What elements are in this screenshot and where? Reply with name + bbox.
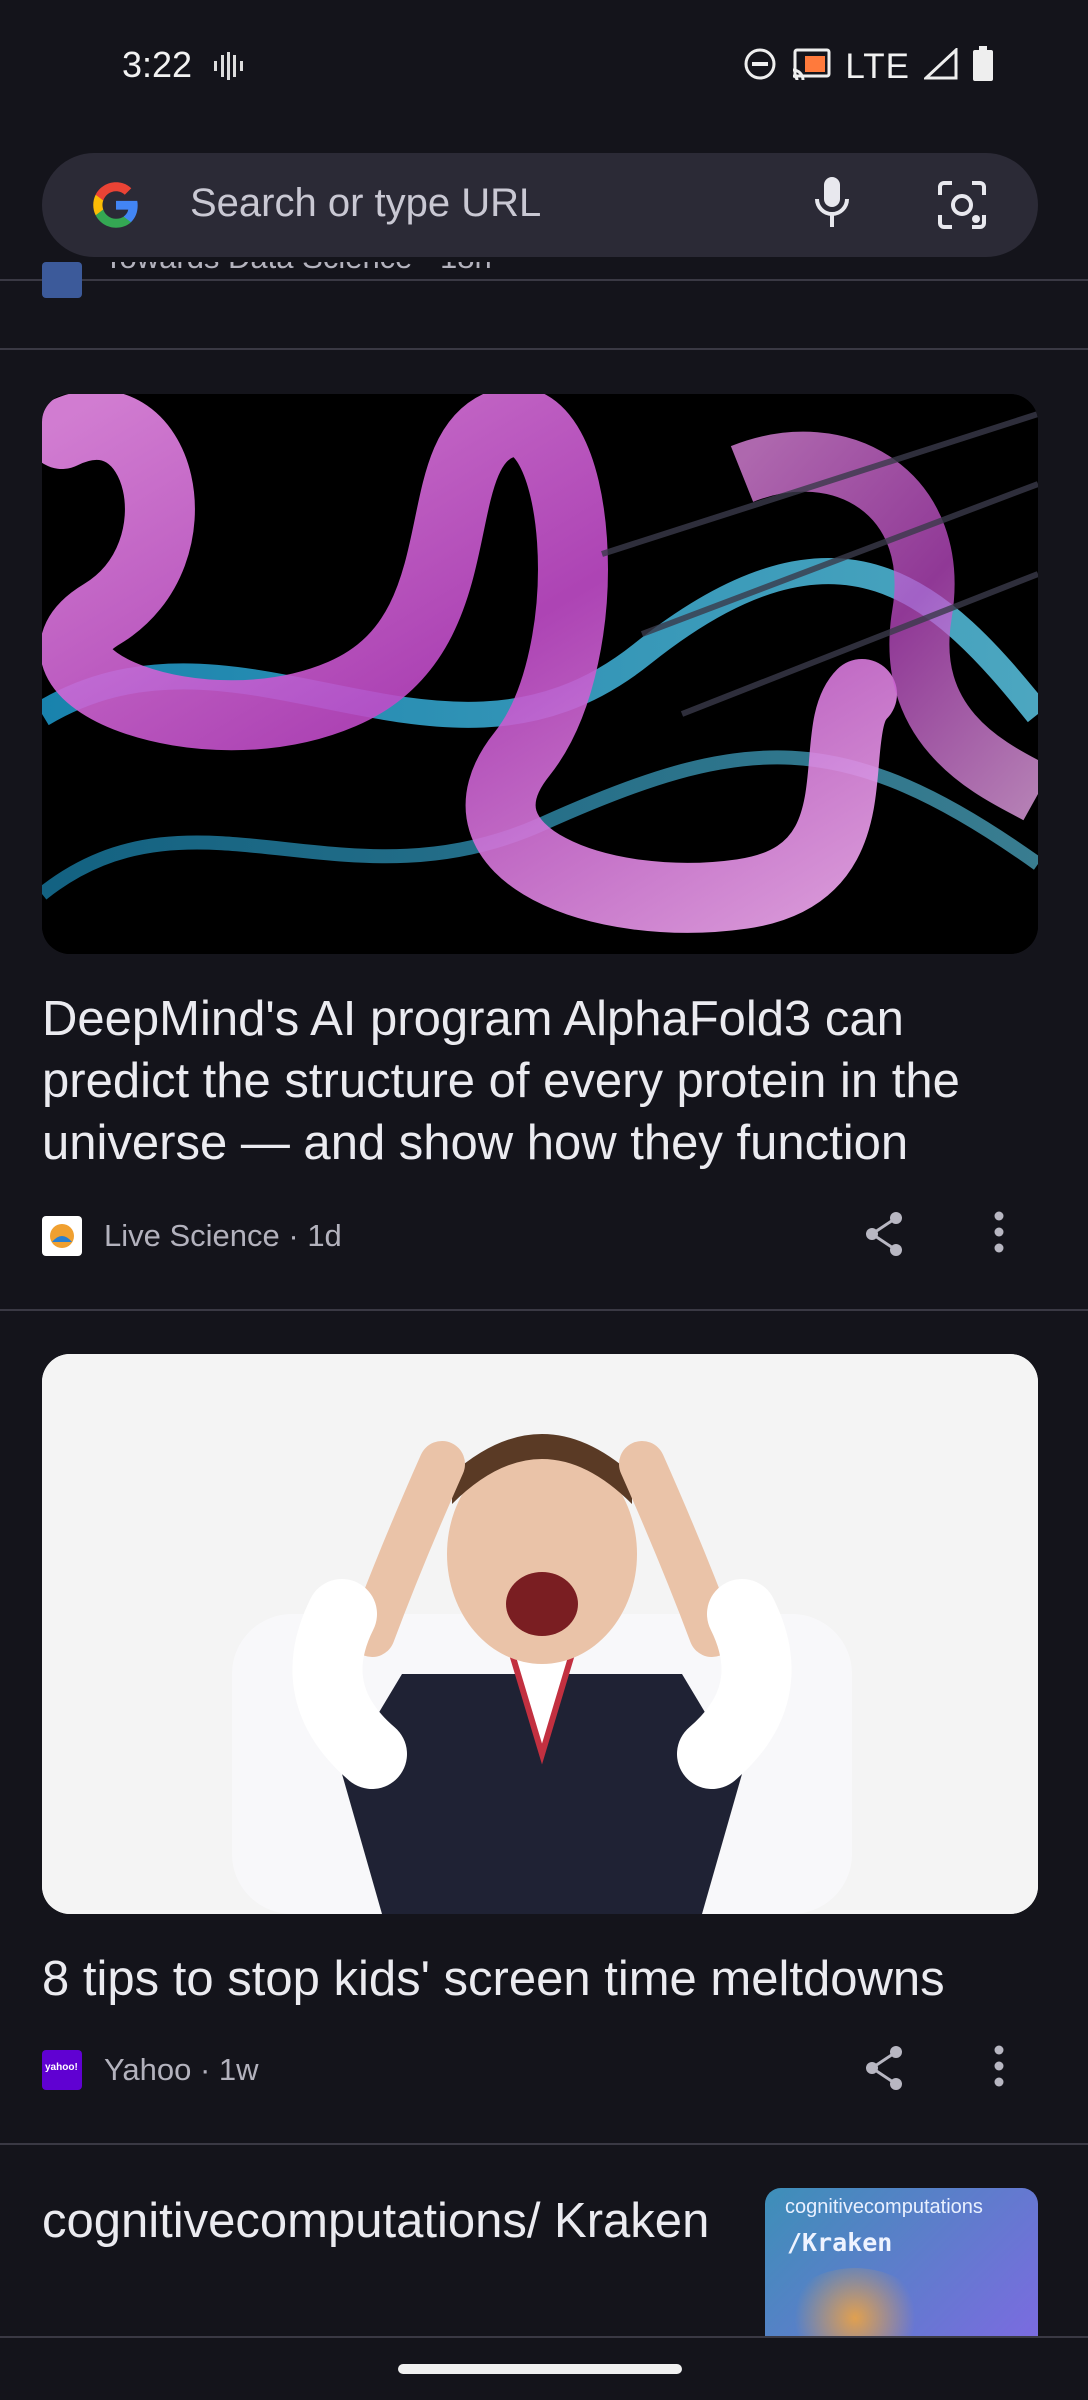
article-headline[interactable]: DeepMind's AI program AlphaFold3 can pre… [42, 988, 1052, 1174]
article-source: Yahoo · 1w [104, 2052, 259, 2087]
article-headline[interactable]: 8 tips to stop kids' screen time meltdow… [42, 1948, 1052, 2010]
live-science-favicon-icon [42, 1216, 82, 1256]
share-icon[interactable] [862, 1210, 918, 1262]
more-options-icon[interactable] [992, 1210, 1032, 1262]
network-type: LTE [845, 46, 910, 86]
article-meta: Live Science · 1d [42, 1210, 1046, 1260]
yahoo-favicon-icon: yahoo! [42, 2050, 82, 2090]
stressed-child-image [42, 1354, 1038, 1914]
home-gesture-bar[interactable] [398, 2364, 682, 2374]
lens-camera-icon[interactable] [936, 179, 988, 236]
towards-data-science-favicon-icon [42, 262, 82, 298]
status-time: 3:22 [122, 44, 193, 85]
more-options-icon[interactable] [992, 2044, 1032, 2096]
share-icon[interactable] [862, 2044, 918, 2096]
thumbnail-title: /Kraken [787, 2228, 893, 2257]
partial-article-source: Towards Data Science · 18h [104, 262, 492, 276]
search-bar[interactable]: Search or type URL [42, 153, 1038, 257]
article-thumbnail[interactable]: cognitivecomputations /Kraken [765, 2188, 1038, 2338]
thumbnail-org: cognitivecomputations [785, 2196, 983, 2218]
article-headline[interactable]: cognitivecomputations/ Kraken [42, 2190, 722, 2252]
divider [0, 348, 1088, 350]
article-meta: yahoo! Yahoo · 1w [42, 2044, 1046, 2094]
divider [0, 2336, 1088, 2338]
vibrate-icon [214, 52, 244, 85]
search-input[interactable]: Search or type URL [190, 181, 541, 226]
article-source: Live Science · 1d [104, 1218, 342, 1253]
yahoo-favicon-text: yahoo! [45, 2062, 78, 2073]
dnd-icon [743, 47, 777, 86]
cast-icon [791, 48, 831, 85]
google-logo-icon [90, 179, 142, 236]
thumbnail-blob [785, 2268, 925, 2338]
status-bar: 3:22 LTE [0, 0, 1088, 134]
divider [0, 2143, 1088, 2145]
microphone-icon[interactable] [812, 175, 852, 238]
signal-icon [922, 46, 958, 85]
article-image[interactable] [42, 394, 1038, 954]
partial-article-meta: Towards Data Science · 18h [42, 262, 1046, 302]
protein-helix-image [42, 394, 1038, 954]
divider [0, 1309, 1088, 1311]
battery-icon [972, 46, 994, 87]
article-image[interactable] [42, 1354, 1038, 1914]
